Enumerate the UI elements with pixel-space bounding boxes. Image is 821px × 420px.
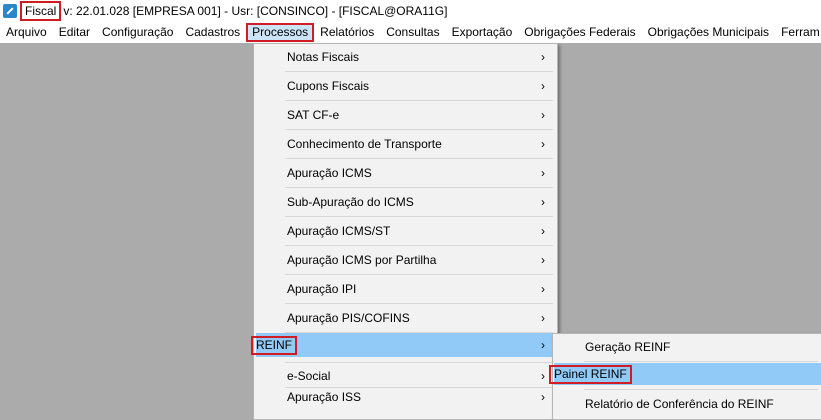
menu-separator (285, 362, 553, 363)
menu-item-apuracao-icms-partilha[interactable]: Apuração ICMS por Partilha › (256, 248, 555, 272)
chevron-right-icon: › (541, 137, 545, 151)
menu-item-cupons-fiscais[interactable]: Cupons Fiscais › (256, 74, 555, 98)
title-info: v: 22.01.028 [EMPRESA 001] - Usr: [CONSI… (63, 4, 448, 18)
chevron-right-icon: › (541, 108, 545, 122)
menu-separator (285, 303, 553, 304)
menu-arquivo[interactable]: Arquivo (0, 24, 53, 41)
menu-item-apuracao-pis-cofins[interactable]: Apuração PIS/COFINS › (256, 306, 555, 330)
menu-item-apuracao-icms[interactable]: Apuração ICMS › (256, 161, 555, 185)
chevron-right-icon: › (541, 50, 545, 64)
menu-item-label: e-Social (287, 369, 331, 383)
chevron-right-icon: › (541, 311, 545, 325)
menu-consultas[interactable]: Consultas (380, 24, 445, 41)
menu-item-conhecimento-transporte[interactable]: Conhecimento de Transporte › (256, 132, 555, 156)
menu-relatorios[interactable]: Relatórios (314, 24, 380, 41)
menu-configuracao[interactable]: Configuração (96, 24, 179, 41)
chevron-right-icon: › (541, 166, 545, 180)
menu-separator (285, 71, 553, 72)
submenu-item-label: Geração REINF (585, 340, 671, 354)
menu-item-label: Sub-Apuração do ICMS (287, 195, 414, 209)
submenu-item-relatorio-conferencia-reinf[interactable]: Relatório de Conferência do REINF (554, 392, 821, 416)
menu-exportacao[interactable]: Exportação (446, 24, 519, 41)
menu-separator (285, 274, 553, 275)
title-app-name: Fiscal (20, 1, 62, 21)
menu-cadastros[interactable]: Cadastros (179, 24, 246, 41)
chevron-right-icon: › (541, 224, 545, 238)
menu-item-label: Conhecimento de Transporte (287, 137, 442, 151)
menu-item-sub-apuracao-icms[interactable]: Sub-Apuração do ICMS › (256, 190, 555, 214)
menu-obrigacoes-federais[interactable]: Obrigações Federais (518, 24, 641, 41)
menu-item-label: Apuração IPI (287, 282, 357, 296)
menu-separator (584, 361, 818, 362)
title-bar: Fiscal v: 22.01.028 [EMPRESA 001] - Usr:… (0, 0, 821, 22)
submenu-item-geracao-reinf[interactable]: Geração REINF (554, 335, 821, 359)
menu-item-sat-cfe[interactable]: SAT CF-e › (256, 103, 555, 127)
menu-item-label: Apuração ISS (287, 390, 362, 404)
chevron-right-icon: › (541, 338, 545, 352)
menu-item-notas-fiscais[interactable]: Notas Fiscais › (256, 45, 555, 69)
menu-separator (584, 389, 818, 390)
submenu-item-label: Relatório de Conferência do REINF (585, 397, 774, 411)
menu-separator (285, 216, 553, 217)
menu-item-label: Notas Fiscais (287, 50, 360, 64)
menu-item-label: Cupons Fiscais (287, 79, 370, 93)
menu-item-label: SAT CF-e (287, 108, 340, 122)
menu-separator (285, 245, 553, 246)
menu-separator (285, 187, 553, 188)
menu-item-label: Apuração ICMS/ST (287, 224, 391, 238)
reinf-submenu: Geração REINF Painel REINF Relatório de … (549, 333, 821, 420)
submenu-item-painel-reinf[interactable]: Painel REINF (549, 363, 821, 385)
menu-item-label: REINF (251, 335, 297, 355)
menu-separator (285, 100, 553, 101)
menu-bar: Arquivo Editar Configuração Cadastros Pr… (0, 22, 821, 43)
chevron-right-icon: › (541, 79, 545, 93)
processos-dropdown: Notas Fiscais › Cupons Fiscais › SAT CF-… (251, 43, 558, 420)
chevron-right-icon: › (541, 282, 545, 296)
menu-item-label: Apuração ICMS por Partilha (287, 253, 437, 267)
chevron-right-icon: › (541, 390, 545, 404)
menu-item-apuracao-ipi[interactable]: Apuração IPI › (256, 277, 555, 301)
menu-item-label: Apuração ICMS (287, 166, 372, 180)
chevron-right-icon: › (541, 195, 545, 209)
menu-item-reinf[interactable]: REINF › (251, 333, 555, 357)
menu-item-apuracao-iss[interactable]: Apuração ISS › (256, 385, 555, 409)
menu-processos[interactable]: Processos (246, 23, 315, 42)
menu-separator (285, 158, 553, 159)
chevron-right-icon: › (541, 253, 545, 267)
menu-item-label: Apuração PIS/COFINS (287, 311, 410, 325)
menu-item-apuracao-icms-st[interactable]: Apuração ICMS/ST › (256, 219, 555, 243)
menu-ferramentas[interactable]: Ferram (775, 24, 821, 41)
menu-obrigacoes-municipais[interactable]: Obrigações Municipais (642, 24, 775, 41)
app-pencil-icon (3, 4, 17, 18)
menu-separator (285, 129, 553, 130)
submenu-item-label: Painel REINF (549, 364, 632, 384)
menu-editar[interactable]: Editar (53, 24, 96, 41)
